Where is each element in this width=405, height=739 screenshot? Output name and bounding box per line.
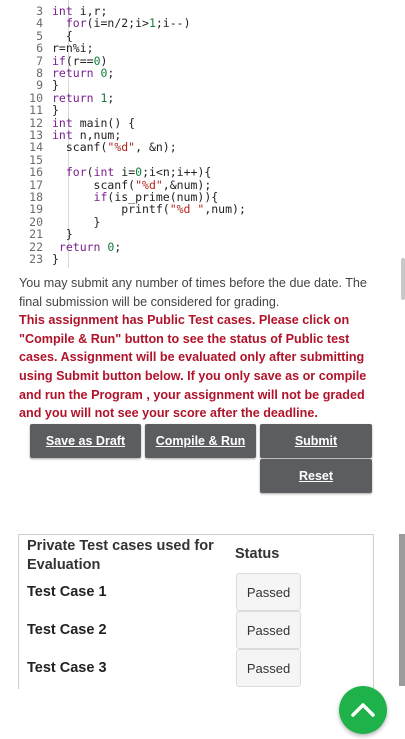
code-token: "%d " <box>169 202 205 217</box>
code-token: 1 <box>148 16 156 31</box>
line-number: 6 <box>36 41 43 56</box>
line-number: 4 <box>36 16 43 31</box>
private-test-cases-header: Private Test cases used for Evaluation <box>27 538 214 573</box>
line-number: 16 <box>29 165 43 180</box>
code-token: return <box>52 239 101 254</box>
code-token: scanf( <box>52 140 108 155</box>
line-number: 9 <box>36 78 43 93</box>
code-token: , &n); <box>135 140 177 155</box>
code-token: "%d" <box>107 140 136 155</box>
code-token: ; <box>107 66 115 80</box>
chevron-up-icon <box>351 703 375 717</box>
line-number: 21 <box>29 227 43 242</box>
code-editor[interactable]: 3 int i,r; 4 for(i=n/2;i>1;i--) 5 {6 r=n%i; 7… <box>20 0 398 270</box>
line-number: 11 <box>29 103 43 118</box>
test-status-badge: Passed <box>236 649 301 687</box>
test-case-label: Test Case 1 <box>27 584 107 600</box>
code-token: } <box>52 252 59 266</box>
submit-button[interactable]: Submit <box>260 424 372 458</box>
code-token: ;i--) <box>155 16 191 31</box>
code-line[interactable]: 23} <box>20 252 59 266</box>
line-number: 14 <box>29 140 43 155</box>
panel-scrollbar[interactable] <box>399 534 405 686</box>
test-status-badge: Passed <box>236 573 301 611</box>
status-column-header: Status <box>235 546 280 562</box>
public-test-warning: This assignment has Public Test cases. P… <box>19 313 367 421</box>
submission-note: You may submit any number of times befor… <box>19 276 367 309</box>
submission-info: You may submit any number of times befor… <box>19 274 385 423</box>
test-status-badge: Passed <box>236 611 301 649</box>
compile-and-run-button[interactable]: Compile & Run <box>145 424 256 458</box>
code-line[interactable]: 4 for(i=n/2;i>1;i--) <box>20 16 191 31</box>
code-token: ,num); <box>204 202 246 217</box>
line-number: 19 <box>29 202 43 217</box>
code-token: (i=n/2;i> <box>86 16 149 31</box>
code-line[interactable]: 8 return 0; <box>20 66 115 80</box>
private-test-cases-panel: Private Test cases used for Evaluation S… <box>18 534 374 689</box>
code-line[interactable]: 14 scanf("%d", &n); <box>20 140 177 155</box>
scroll-to-top-button[interactable] <box>339 686 387 734</box>
reset-button[interactable]: Reset <box>260 459 372 493</box>
code-token: ; <box>114 239 122 254</box>
code-token: ; <box>107 90 115 105</box>
test-case-label: Test Case 2 <box>27 622 107 638</box>
save-as-draft-button[interactable]: Save as Draft <box>30 424 141 458</box>
page-scrollbar[interactable] <box>401 258 405 300</box>
test-case-label: Test Case 3 <box>27 660 107 676</box>
line-number: 23 <box>29 252 43 266</box>
